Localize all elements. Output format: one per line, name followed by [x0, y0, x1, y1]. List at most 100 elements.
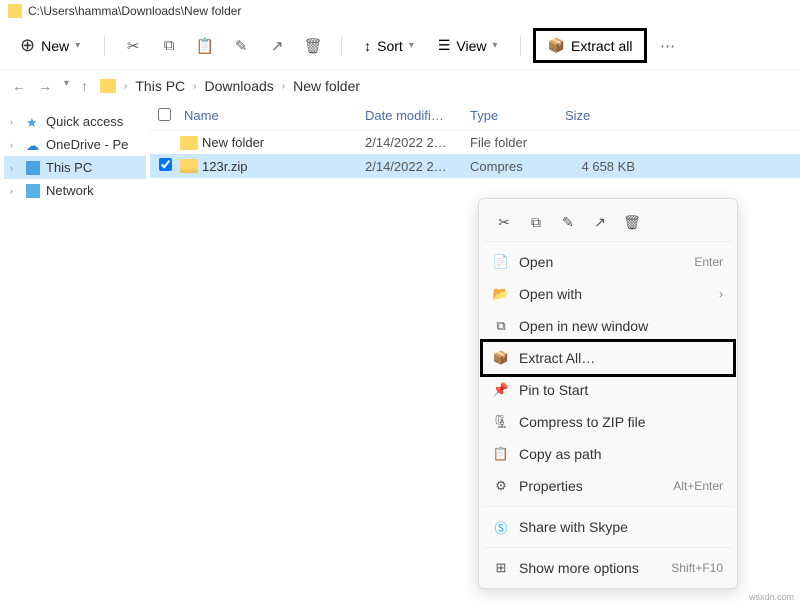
cm-compress-zip[interactable]: 🗜 Compress to ZIP file — [483, 406, 733, 438]
rename-icon[interactable]: ✎ — [225, 30, 257, 62]
sort-icon: ↕ — [364, 38, 371, 54]
chevron-right-icon: › — [193, 81, 196, 92]
sidebar-item-label: This PC — [46, 160, 92, 175]
new-window-icon: ⧉ — [493, 318, 509, 334]
cm-extract-all[interactable]: 📦 Extract All… — [483, 342, 733, 374]
extract-all-button[interactable]: 📦 Extract all — [544, 35, 637, 56]
more-icon[interactable]: ⋯ — [651, 30, 683, 62]
chevron-right-icon: › — [10, 163, 20, 173]
monitor-icon — [26, 161, 40, 175]
separator — [483, 547, 733, 548]
window-path: C:\Users\hamma\Downloads\New folder — [28, 4, 241, 18]
chevron-right-icon: › — [10, 140, 20, 150]
chevron-right-icon: › — [10, 117, 20, 127]
row-checkbox[interactable] — [150, 158, 180, 174]
copy-icon[interactable]: ⧉ — [523, 209, 549, 235]
forward-button[interactable]: → — [38, 78, 52, 94]
new-label: New — [41, 38, 69, 54]
breadcrumb-item[interactable]: New folder — [293, 78, 360, 94]
column-name[interactable]: Name — [180, 108, 365, 124]
delete-icon[interactable]: 🗑 — [619, 209, 645, 235]
cm-open[interactable]: 📄 Open Enter — [483, 246, 733, 278]
folder-icon — [180, 136, 198, 150]
copy-icon[interactable]: ⧉ — [153, 30, 185, 62]
sidebar-item-label: OneDrive - Pe — [46, 137, 128, 152]
extract-icon: 📦 — [493, 350, 509, 366]
column-headers: Name Date modifi… Type Size — [150, 102, 800, 131]
separator — [520, 36, 521, 56]
folder-icon — [100, 79, 116, 93]
paste-icon[interactable]: 📋 — [189, 30, 221, 62]
row-date: 2/14/2022 2… — [365, 135, 470, 150]
separator — [104, 36, 105, 56]
chevron-right-icon: › — [124, 81, 127, 92]
pin-icon: 📌 — [493, 382, 509, 398]
cut-icon[interactable]: ✂ — [117, 30, 149, 62]
column-checkbox[interactable] — [150, 108, 180, 124]
new-button[interactable]: ⊕ New ▾ — [8, 29, 92, 62]
network-icon — [26, 184, 40, 198]
rename-icon[interactable]: ✎ — [555, 209, 581, 235]
share-icon[interactable]: ↗ — [261, 30, 293, 62]
chevron-right-icon: › — [282, 81, 285, 92]
sidebar-item-onedrive[interactable]: › ☁ OneDrive - Pe — [4, 133, 146, 156]
open-icon: 📄 — [493, 254, 509, 270]
context-menu-quick-icons: ✂ ⧉ ✎ ↗ 🗑 — [483, 203, 733, 242]
plus-icon: ⊕ — [20, 35, 35, 56]
star-icon: ★ — [26, 115, 40, 129]
sidebar-item-network[interactable]: › Network — [4, 179, 146, 202]
copy-path-icon: 📋 — [493, 446, 509, 462]
breadcrumb-item[interactable]: This PC — [135, 78, 185, 94]
up-button[interactable]: ↑ — [81, 78, 88, 94]
column-type[interactable]: Type — [470, 108, 565, 124]
sidebar-item-label: Network — [46, 183, 94, 198]
chevron-down-icon[interactable]: ▾ — [64, 78, 69, 94]
watermark: wsxdn.com — [749, 592, 794, 602]
sidebar-item-this-pc[interactable]: › This PC — [4, 156, 146, 179]
cm-copy-path[interactable]: 📋 Copy as path — [483, 438, 733, 470]
cm-pin-start[interactable]: 📌 Pin to Start — [483, 374, 733, 406]
view-label: View — [456, 38, 486, 54]
chevron-down-icon: ▾ — [75, 40, 80, 51]
navbar: ← → ▾ ↑ › This PC › Downloads › New fold… — [0, 70, 800, 102]
delete-icon[interactable]: 🗑 — [297, 30, 329, 62]
file-row[interactable]: 123r.zip 2/14/2022 2… Compres 4 658 KB — [150, 154, 800, 178]
nav-arrows: ← → ▾ ↑ — [12, 78, 88, 94]
extract-all-highlight: 📦 Extract All… — [480, 339, 736, 377]
extract-label: Extract all — [571, 38, 632, 54]
row-type: Compres — [470, 159, 565, 174]
cm-open-new-window[interactable]: ⧉ Open in new window — [483, 310, 733, 342]
compress-icon: 🗜 — [493, 414, 509, 430]
row-name: 123r.zip — [180, 159, 365, 174]
sort-label: Sort — [377, 38, 403, 54]
cm-more-options[interactable]: ⊞ Show more options Shift+F10 — [483, 552, 733, 584]
chevron-down-icon: ▾ — [493, 40, 498, 51]
row-size: 4 658 KB — [565, 159, 645, 174]
back-button[interactable]: ← — [12, 78, 26, 94]
zip-icon — [180, 159, 198, 173]
breadcrumb-item[interactable]: Downloads — [205, 78, 274, 94]
extract-icon: 📦 — [548, 37, 565, 54]
cut-icon[interactable]: ✂ — [491, 209, 517, 235]
cm-open-with[interactable]: 📂 Open with › — [483, 278, 733, 310]
chevron-down-icon: ▾ — [409, 40, 414, 51]
column-date[interactable]: Date modifi… — [365, 108, 470, 124]
chevron-right-icon: › — [10, 186, 20, 196]
file-row[interactable]: New folder 2/14/2022 2… File folder — [150, 131, 800, 154]
cm-properties[interactable]: ⚙ Properties Alt+Enter — [483, 470, 733, 502]
skype-icon: Ⓢ — [493, 519, 509, 535]
cm-share-skype[interactable]: Ⓢ Share with Skype — [483, 511, 733, 543]
sort-button[interactable]: ↕ Sort ▾ — [354, 32, 424, 60]
share-icon[interactable]: ↗ — [587, 209, 613, 235]
toolbar: ⊕ New ▾ ✂ ⧉ 📋 ✎ ↗ 🗑 ↕ Sort ▾ ☰ View ▾ 📦 … — [0, 22, 800, 70]
cloud-icon: ☁ — [26, 138, 40, 152]
context-menu: ✂ ⧉ ✎ ↗ 🗑 📄 Open Enter 📂 Open with › ⧉ O… — [478, 198, 738, 589]
row-name: New folder — [180, 135, 365, 150]
separator — [341, 36, 342, 56]
column-size[interactable]: Size — [565, 108, 645, 124]
properties-icon: ⚙ — [493, 478, 509, 494]
breadcrumb[interactable]: › This PC › Downloads › New folder — [100, 78, 360, 94]
view-button[interactable]: ☰ View ▾ — [428, 31, 508, 60]
sidebar-item-quick-access[interactable]: › ★ Quick access — [4, 110, 146, 133]
extract-all-highlight: 📦 Extract all — [533, 28, 648, 63]
